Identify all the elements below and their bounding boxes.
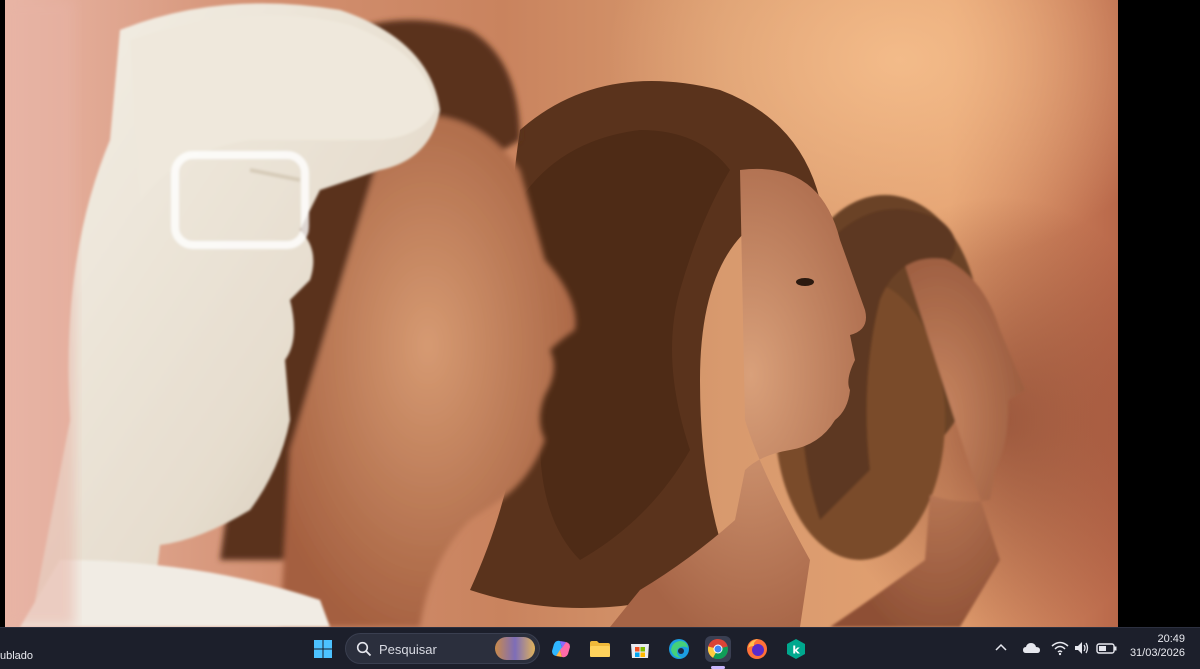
wifi-icon [1051,641,1069,656]
svg-text:k: k [792,644,800,657]
battery-button[interactable] [1096,640,1118,661]
firefox-icon [747,639,767,659]
store-icon [631,644,649,658]
windows-logo-icon [314,640,332,658]
volume-button[interactable] [1073,640,1091,661]
frame-edge-left [0,0,5,627]
cloud-icon [1023,643,1040,653]
search-placeholder: Pesquisar [379,642,437,657]
frame-letterbox-right [1118,0,1200,627]
kaspersky-icon: k [787,639,805,659]
chrome-icon [707,638,729,660]
search-highlight-image [495,637,535,660]
firefox-button[interactable] [744,636,770,662]
copilot-button[interactable] [548,636,574,662]
wifi-button[interactable] [1051,640,1069,661]
show-hidden-icons-button[interactable] [993,640,1009,661]
speaker-icon [1075,642,1089,654]
search-icon [356,641,372,657]
clock-date: 31/03/2026 [1129,647,1185,659]
onedrive-button[interactable] [1022,640,1042,661]
file-explorer-button[interactable] [587,636,613,662]
clock[interactable]: 20:49 31/03/2026 [1125,633,1185,659]
clock-time: 20:49 [1157,633,1185,645]
start-button[interactable] [310,636,336,662]
kaspersky-button[interactable]: k [783,636,809,662]
folder-icon [590,641,610,657]
video-frame[interactable] [0,0,1118,627]
edge-icon [669,639,689,659]
search-box[interactable]: Pesquisar [345,633,540,664]
edge-button[interactable] [666,636,692,662]
video-content [5,0,1025,627]
taskbar: ublado Pesquisar k 20:49 31/03/2026 [0,627,1200,669]
battery-icon [1096,643,1117,654]
taskbar-left-text: ublado [0,650,34,662]
chrome-button[interactable] [705,636,731,662]
chevron-up-icon [995,643,1007,651]
microsoft-store-button[interactable] [627,636,653,662]
copilot-icon [552,640,570,658]
